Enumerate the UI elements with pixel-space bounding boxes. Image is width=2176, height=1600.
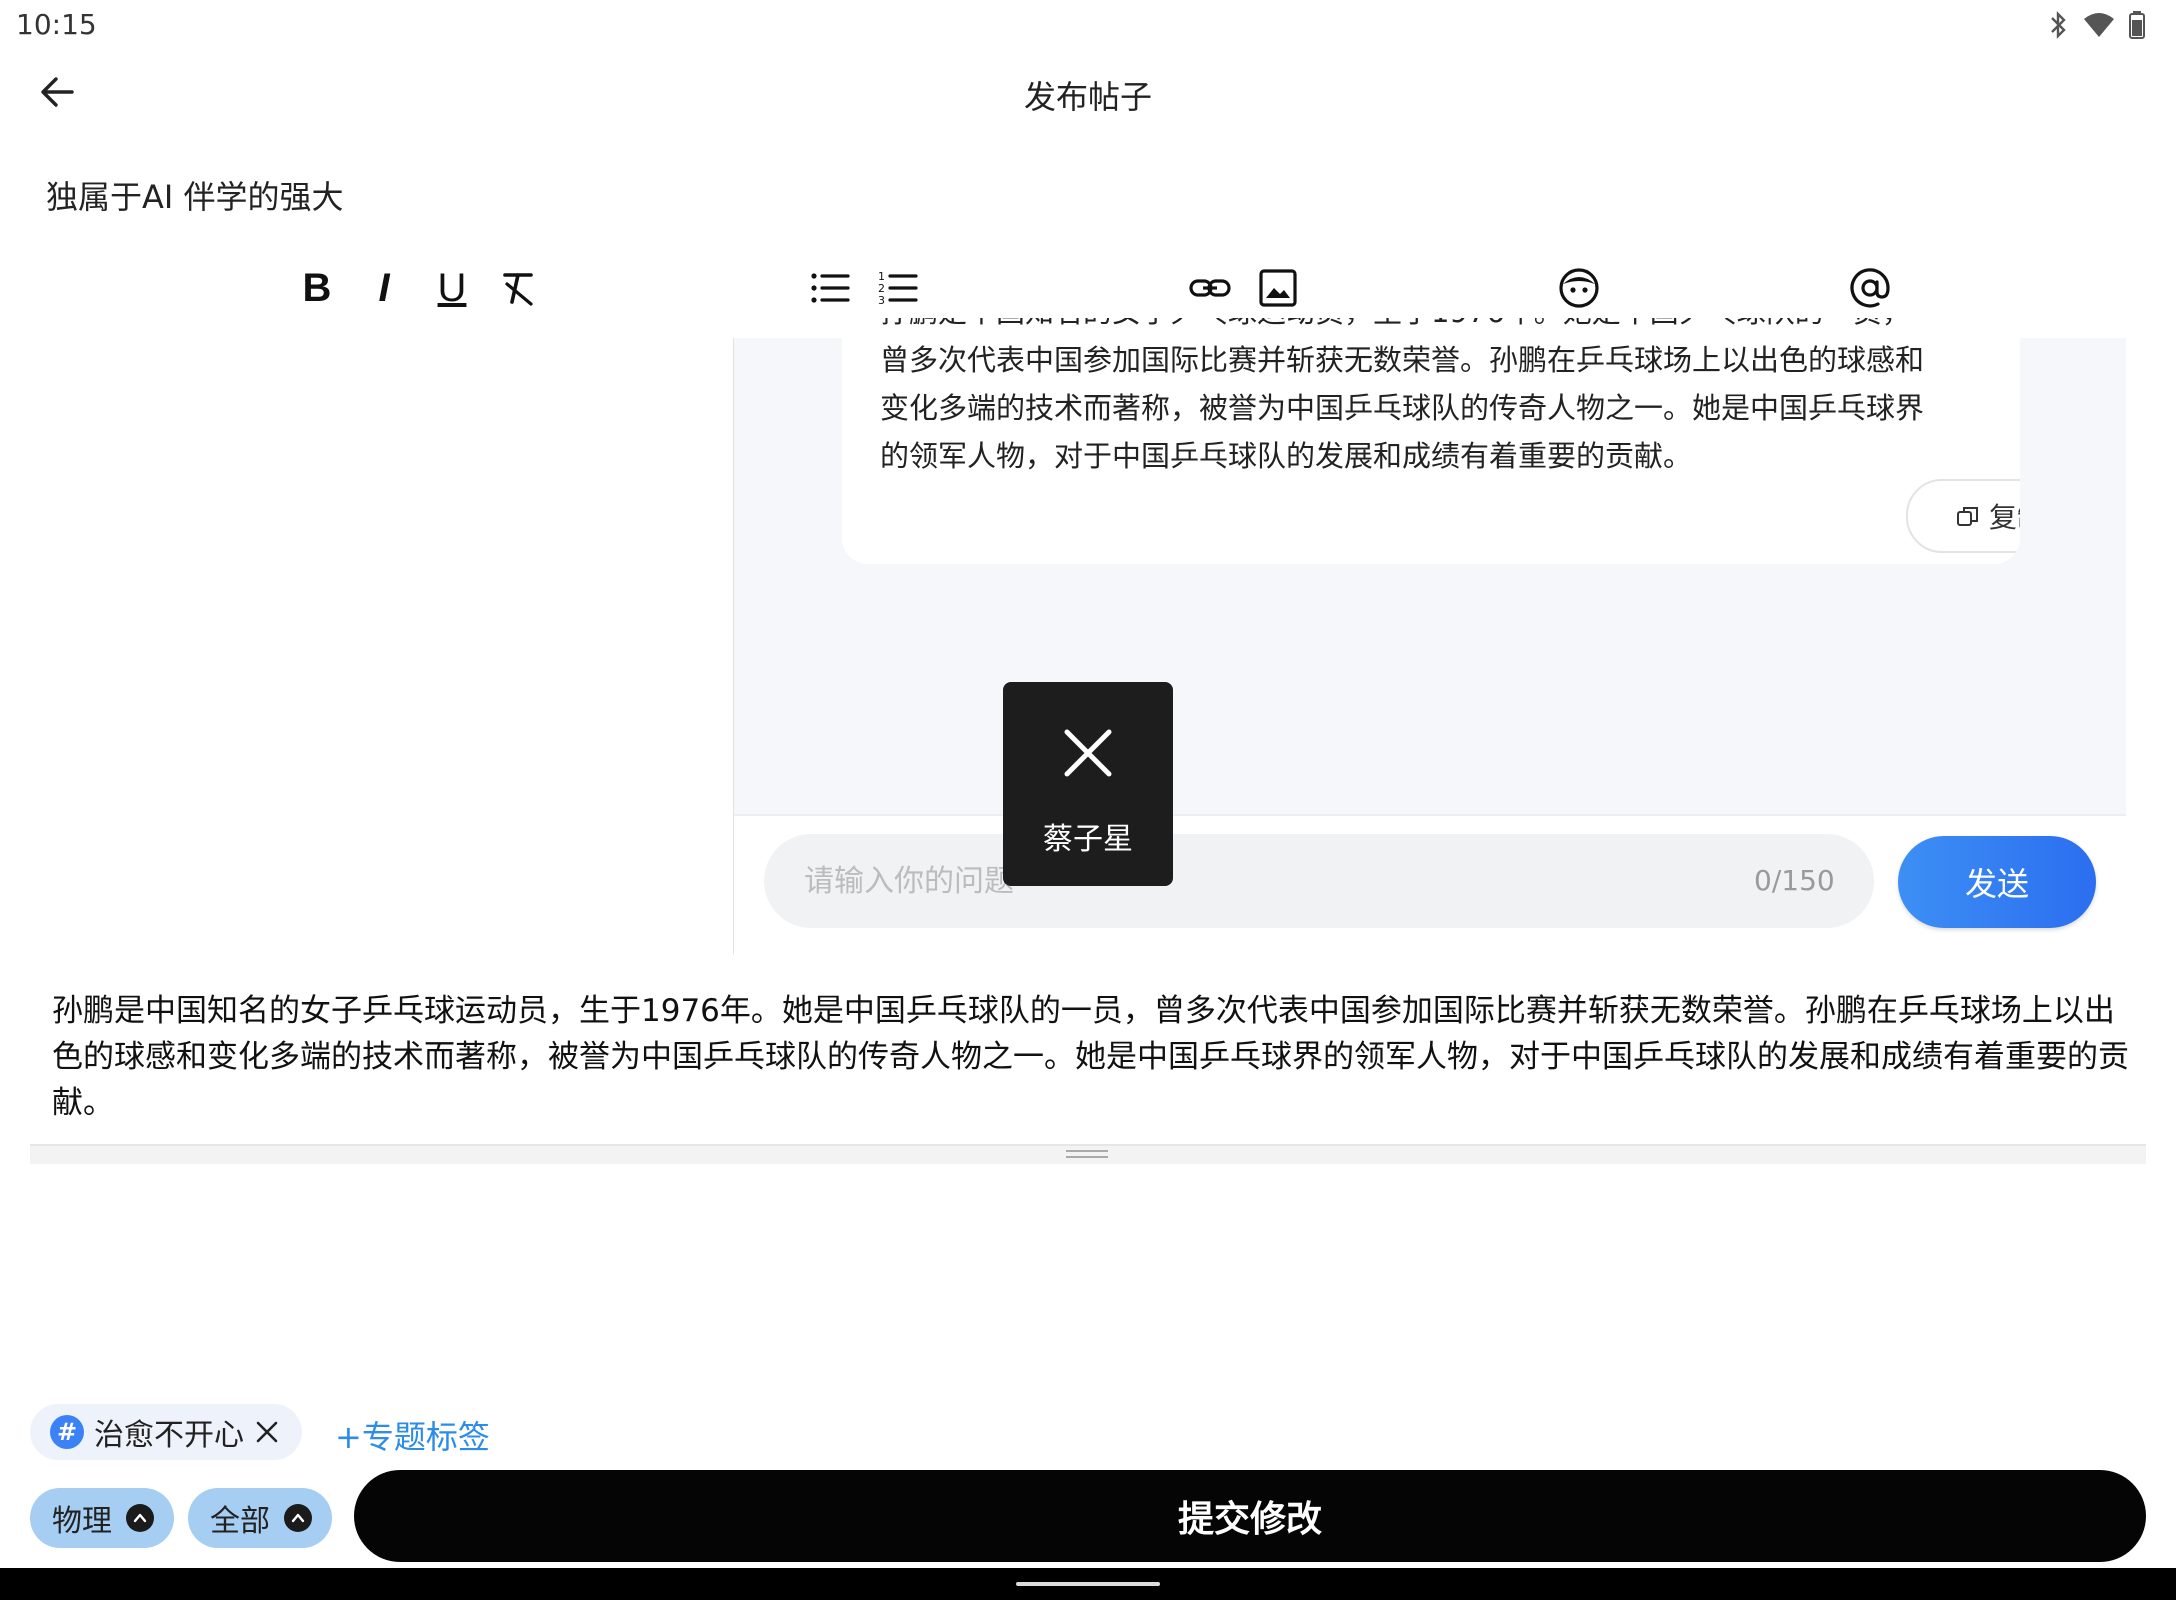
image-button[interactable]	[1254, 264, 1302, 312]
mention-icon	[1850, 268, 1890, 308]
svg-text:3: 3	[878, 294, 885, 307]
ai-answer-line: 变化多端的技术而著称，被誉为中国乒乓球队的传奇人物之一。她是中国乒乓球界	[880, 391, 1925, 425]
submit-button[interactable]: 提交修改	[354, 1470, 2146, 1562]
status-icons	[2048, 10, 2146, 44]
italic-icon: I	[378, 266, 390, 310]
underline-icon: U	[437, 266, 467, 310]
page-title: 发布帖子	[1023, 78, 1152, 116]
copy-label: 复制	[1988, 501, 2020, 534]
home-handle[interactable]	[1016, 1582, 1160, 1586]
link-icon	[1189, 279, 1231, 297]
ai-answer-line: 曾多次代表中国参加国际比赛并斩获无数荣誉。孙鹏在乒乓球场上以出色的球感和	[880, 343, 1925, 377]
post-title-field[interactable]: 独属于AI 伴学的强大	[46, 172, 344, 218]
ai-answer-text: 孙鹏是中国知名的女子乒乓球运动员，生于1976年。她是中国乒乓球队的一员， 曾多…	[880, 318, 1990, 480]
scope-selector[interactable]: 全部	[188, 1488, 332, 1548]
close-ai-button[interactable]: 蔡子星	[1003, 682, 1173, 886]
subject-label: 物理	[52, 1504, 112, 1539]
numbered-list-button[interactable]: 1 2 3	[874, 264, 922, 312]
question-input[interactable]	[764, 834, 1874, 928]
ai-input-bar: 0/150 发送	[734, 816, 2126, 954]
drag-handle-icon[interactable]	[1066, 1150, 1108, 1158]
bold-icon: B	[302, 266, 332, 310]
emoji-icon	[1559, 268, 1599, 308]
status-time: 10:15	[16, 8, 97, 41]
copy-icon	[1956, 507, 1978, 526]
copy-button[interactable]: 复制	[1906, 479, 2020, 553]
chevron-up-icon	[126, 1504, 154, 1532]
topic-tag-label: 治愈不开心	[94, 1418, 244, 1453]
system-nav-bar	[0, 1568, 2176, 1600]
wifi-icon	[2082, 11, 2116, 43]
ai-answer-line: 孙鹏是中国知名的女子乒乓球运动员，生于1976年。她是中国乒乓球队的一员，	[880, 318, 1990, 336]
battery-icon	[2128, 10, 2146, 44]
close-icon	[1064, 729, 1112, 777]
close-icon[interactable]	[254, 1419, 280, 1445]
resize-divider[interactable]	[30, 1144, 2146, 1164]
clear-format-button[interactable]	[495, 264, 543, 312]
add-topic-link[interactable]: +专题标签	[335, 1412, 490, 1458]
scope-label: 全部	[210, 1504, 270, 1539]
subject-selector[interactable]: 物理	[30, 1488, 174, 1548]
bluetooth-icon	[2048, 10, 2070, 44]
bullet-list-button[interactable]	[806, 264, 854, 312]
char-counter: 0/150	[1754, 864, 1835, 897]
hash-icon: #	[50, 1415, 84, 1449]
post-body-editor[interactable]: 孙鹏是中国知名的女子乒乓球运动员，生于1976年。她是中国乒乓球队的一员，曾多次…	[52, 988, 2132, 1126]
close-ai-label: 蔡子星	[1043, 822, 1133, 857]
italic-button[interactable]: I	[360, 264, 408, 312]
ai-answer-card: 孙鹏是中国知名的女子乒乓球运动员，生于1976年。她是中国乒乓球队的一员， 曾多…	[842, 318, 2020, 564]
send-button[interactable]: 发送	[1898, 836, 2096, 928]
mention-button[interactable]	[1846, 264, 1894, 312]
numbered-list-icon: 1 2 3	[878, 270, 918, 307]
underline-button[interactable]: U	[428, 264, 476, 312]
bullet-list-icon	[811, 273, 850, 303]
clear-format-icon	[503, 273, 533, 306]
ai-assistant-panel: 孙鹏是中国知名的女子乒乓球运动员，生于1976年。她是中国乒乓球队的一员， 曾多…	[733, 318, 2126, 954]
chevron-up-icon	[284, 1504, 312, 1532]
ai-answer-line: 的领军人物，对于中国乒乓球队的发展和成绩有着重要的贡献。	[880, 439, 1693, 473]
image-icon	[1259, 269, 1297, 307]
emoji-button[interactable]	[1555, 264, 1603, 312]
topic-tag: # 治愈不开心	[30, 1404, 302, 1460]
bold-button[interactable]: B	[293, 264, 341, 312]
link-button[interactable]	[1186, 264, 1234, 312]
